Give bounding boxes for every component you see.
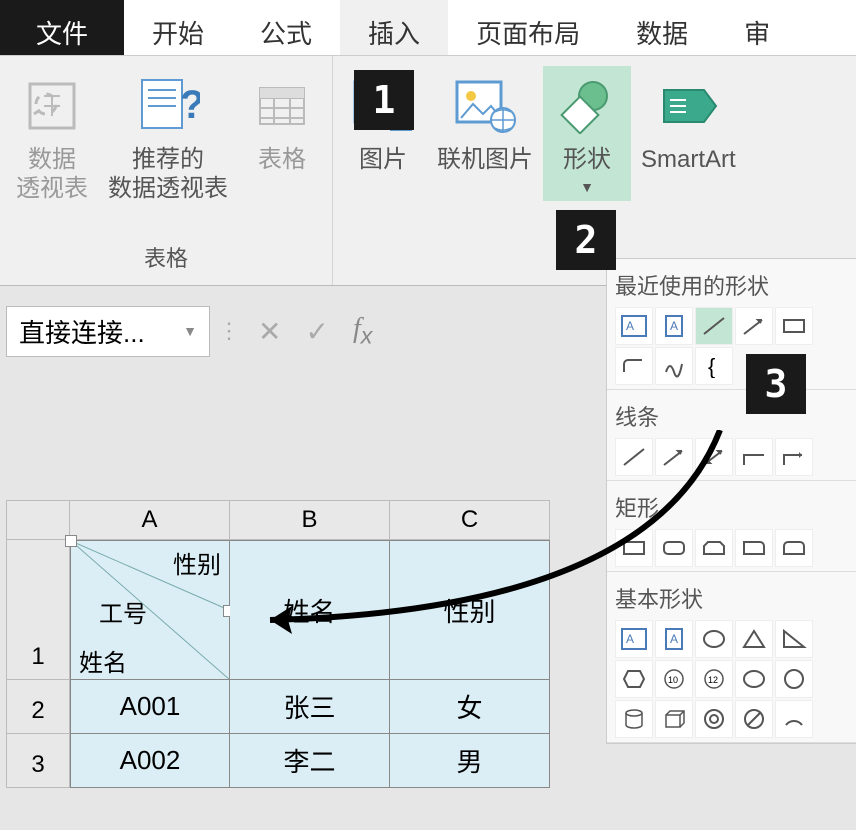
shape-rect-3[interactable]	[695, 529, 733, 567]
shape-donut[interactable]	[695, 700, 733, 738]
fx-icon[interactable]: fx	[353, 313, 372, 350]
tab-file[interactable]: 文件	[0, 0, 124, 55]
section-lines: 线条	[615, 394, 848, 438]
shape-no[interactable]	[735, 700, 773, 738]
svg-text:12: 12	[708, 675, 718, 685]
shape-tri[interactable]	[735, 620, 773, 658]
col-header-b[interactable]: B	[230, 500, 390, 540]
shape-cyl[interactable]	[615, 700, 653, 738]
shapes-dropdown-panel: 最近使用的形状 A A { 线条 矩形	[606, 258, 856, 744]
shape-elbow-2[interactable]	[775, 438, 813, 476]
menu-tabs: 文件 开始 公式 插入 页面布局 数据 审	[0, 0, 856, 56]
row-header-1[interactable]: 1	[6, 540, 70, 680]
shape-rect-4[interactable]	[735, 529, 773, 567]
cell-a3[interactable]: A002	[70, 734, 230, 788]
callout-step-3: 3	[746, 354, 806, 414]
line-handle[interactable]	[65, 535, 77, 547]
tab-formula[interactable]: 公式	[232, 0, 340, 55]
shapes-button[interactable]: 形状 ▼	[543, 66, 631, 201]
shape-rect-5[interactable]	[775, 529, 813, 567]
svg-text:10: 10	[668, 675, 678, 685]
online-picture-icon	[451, 72, 519, 140]
shapes-icon	[553, 72, 621, 140]
shape-12[interactable]: 12	[695, 660, 733, 698]
svg-text:{: {	[708, 354, 715, 378]
cell-c1[interactable]: 性别	[390, 540, 550, 680]
shape-line-3[interactable]	[695, 438, 733, 476]
callout-step-1: 1	[354, 70, 414, 130]
shape-rect-2[interactable]	[655, 529, 693, 567]
shape-oval[interactable]	[695, 620, 733, 658]
col-header-c[interactable]: C	[390, 500, 550, 540]
tab-home[interactable]: 开始	[124, 0, 232, 55]
shape-arc[interactable]	[775, 700, 813, 738]
cell-b2[interactable]: 张三	[230, 680, 390, 734]
select-all-corner[interactable]	[6, 500, 70, 540]
shape-brace[interactable]: {	[695, 347, 733, 385]
shape-line-arrow[interactable]	[735, 307, 773, 345]
pivot-table-icon	[18, 72, 86, 140]
spreadsheet: A B C 1 性别 工号 姓名 姓名 性别 2 A001 张三 女 3 A00…	[6, 500, 550, 788]
cell-a2[interactable]: A001	[70, 680, 230, 734]
confirm-icon[interactable]: ✓	[305, 315, 328, 348]
shape-10[interactable]: 10	[655, 660, 693, 698]
shape-line[interactable]	[695, 307, 733, 345]
section-basic: 基本形状	[615, 576, 848, 620]
row-header-3[interactable]: 3	[6, 734, 70, 788]
shape-b10[interactable]	[775, 660, 813, 698]
shape-rect-1[interactable]	[615, 529, 653, 567]
row-header-2[interactable]: 2	[6, 680, 70, 734]
online-picture-button[interactable]: 联机图片	[427, 66, 543, 201]
shape-line-2[interactable]	[655, 438, 693, 476]
shape-line-1[interactable]	[615, 438, 653, 476]
recommended-pivot-icon: ?	[134, 72, 202, 140]
formula-bar[interactable]: ✕ ✓ fx	[258, 313, 372, 350]
recommended-pivot-button[interactable]: ? 推荐的 数据透视表	[98, 66, 238, 210]
shape-roundrect-corner[interactable]	[615, 347, 653, 385]
svg-text:A: A	[626, 632, 634, 646]
smartart-button[interactable]: SmartArt	[631, 66, 746, 201]
tab-layout[interactable]: 页面布局	[448, 0, 608, 55]
table-icon	[248, 72, 316, 140]
shape-elbow[interactable]	[735, 438, 773, 476]
tab-data[interactable]: 数据	[608, 0, 716, 55]
dropdown-icon: ▼	[183, 323, 197, 339]
group-tables: 数据 透视表 ? 推荐的 数据透视表 表格 表格	[0, 56, 333, 285]
shape-rect[interactable]	[775, 307, 813, 345]
shape-textbox[interactable]: A	[615, 307, 653, 345]
group-label-tables: 表格	[144, 241, 188, 281]
tab-insert[interactable]: 插入	[340, 0, 448, 55]
col-header-a[interactable]: A	[70, 500, 230, 540]
shape-textbox-v[interactable]: A	[655, 307, 693, 345]
cell-b3[interactable]: 李二	[230, 734, 390, 788]
smartart-icon	[654, 72, 722, 140]
shape-hex[interactable]	[615, 660, 653, 698]
cell-a1[interactable]: 性别 工号 姓名	[70, 540, 230, 680]
section-rect: 矩形	[615, 485, 848, 529]
shape-b9[interactable]	[735, 660, 773, 698]
shape-b2[interactable]: A	[655, 620, 693, 658]
svg-text:?: ?	[180, 83, 200, 127]
shape-rtri[interactable]	[775, 620, 813, 658]
tab-review[interactable]: 审	[716, 0, 782, 55]
shape-cube[interactable]	[655, 700, 693, 738]
shape-b1[interactable]: A	[615, 620, 653, 658]
section-recent: 最近使用的形状	[615, 263, 848, 307]
name-box[interactable]: 直接连接... ▼	[6, 306, 210, 357]
shape-scribble[interactable]	[655, 347, 693, 385]
cell-b1[interactable]: 姓名	[230, 540, 390, 680]
cell-c3[interactable]: 男	[390, 734, 550, 788]
ribbon: 数据 透视表 ? 推荐的 数据透视表 表格 表格 图片	[0, 56, 856, 286]
svg-text:A: A	[670, 319, 678, 333]
svg-text:A: A	[626, 319, 634, 333]
pivot-table-button[interactable]: 数据 透视表	[6, 66, 98, 210]
svg-text:A: A	[670, 632, 678, 646]
cancel-icon[interactable]: ✕	[258, 315, 281, 348]
callout-step-2: 2	[556, 210, 616, 270]
cell-c2[interactable]: 女	[390, 680, 550, 734]
table-button[interactable]: 表格	[238, 66, 326, 210]
